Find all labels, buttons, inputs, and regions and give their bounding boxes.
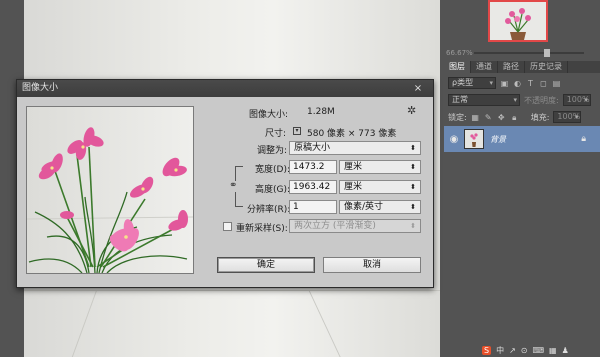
constrain-proportions-link-icon[interactable]: ⚭ — [229, 180, 237, 191]
resample-checkbox[interactable] — [223, 222, 232, 231]
navigator-thumbnail[interactable] — [488, 0, 548, 42]
settings-gear-icon[interactable]: ✲ — [407, 104, 416, 117]
height-unit-select[interactable]: 厘米 ⬍ — [339, 180, 421, 194]
arrow-icon[interactable]: ↗ — [509, 346, 516, 355]
width-unit-select[interactable]: 厘米 ⬍ — [339, 160, 421, 174]
layer-thumbnail — [464, 129, 484, 149]
zoom-slider[interactable] — [474, 49, 584, 57]
opacity-input[interactable]: 100% — [562, 94, 591, 106]
width-input[interactable]: 1473.2 — [289, 160, 337, 174]
resample-label[interactable]: 重新采样(S): — [236, 221, 288, 234]
chevron-updown-icon: ⬍ — [410, 222, 416, 230]
type-filter-icon[interactable]: T — [526, 79, 535, 88]
sogou-input-icon[interactable]: S — [482, 346, 492, 355]
height-input[interactable]: 1963.42 — [289, 180, 337, 194]
dimensions-label: 尺寸: — [265, 129, 287, 139]
resolution-unit-select[interactable]: 像素/英寸 ⬍ — [339, 200, 421, 214]
image-size-dialog: 图像大小 × 图像大小: 1.28M ✲ 尺寸: ▾ 580 像素 × 773 … — [16, 79, 434, 288]
image-preview[interactable] — [26, 106, 194, 274]
height-unit-value: 厘米 — [344, 182, 363, 192]
fit-to-label: 调整为: — [257, 146, 288, 156]
skin-icon[interactable]: ♟ — [562, 346, 569, 355]
chevron-updown-icon: ⬍ — [410, 203, 416, 211]
resample-method-select[interactable]: 两次立方 (平滑渐变) ⬍ — [289, 219, 421, 233]
layers-panel: ρ类型 ▣ ◐ T ◻ ▤ 正常 不透明度: 100% 锁定: ▦ ✎ ✥ 🔒︎… — [444, 73, 600, 357]
layers-tab-bar: 图层 通道 路径 历史记录 — [444, 61, 600, 73]
chevron-updown-icon: ⬍ — [410, 163, 416, 171]
close-button[interactable]: × — [411, 80, 425, 97]
layer-lock-icon: 🔒︎ — [581, 134, 586, 144]
cancel-button[interactable]: 取消 — [323, 257, 421, 273]
dialog-title-bar[interactable]: 图像大小 × — [17, 80, 433, 97]
link-bracket-bottom — [235, 192, 243, 207]
blend-opacity-row: 正常 不透明度: 100% — [448, 93, 596, 107]
resample-method-value: 两次立方 (平滑渐变) — [294, 221, 376, 231]
fit-to-select[interactable]: 原稿大小 ⬍ — [289, 141, 421, 155]
toolbox-icon[interactable]: ▦ — [549, 346, 557, 355]
height-label: 高度(G): — [255, 185, 291, 195]
adjustment-filter-icon[interactable]: ◐ — [513, 79, 522, 88]
lock-position-icon[interactable]: ✥ — [497, 113, 506, 122]
resolution-label: 分辨率(R): — [247, 205, 291, 215]
image-filter-icon[interactable]: ▣ — [500, 79, 509, 88]
layer-filter-row: ρ类型 ▣ ◐ T ◻ ▤ — [448, 76, 596, 90]
emoji-icon[interactable]: ⊙ — [521, 346, 528, 355]
fit-to-value: 原稿大小 — [294, 143, 331, 153]
resolution-input[interactable]: 1 — [289, 200, 337, 214]
shape-filter-icon[interactable]: ◻ — [539, 79, 548, 88]
visibility-eye-icon[interactable]: ◉ — [444, 134, 464, 145]
opacity-label: 不透明度: — [524, 95, 559, 105]
chevron-updown-icon: ⬍ — [410, 144, 416, 152]
layer-kind-filter[interactable]: ρ类型 — [448, 77, 496, 89]
flower-thumbnail-icon — [490, 2, 546, 40]
system-tray: S 中 ↗ ⊙ ⌨ ▦ ♟ — [478, 344, 600, 357]
tile-line — [24, 290, 440, 291]
lock-paint-icon[interactable]: ✎ — [484, 113, 493, 122]
language-indicator[interactable]: 中 — [496, 345, 504, 356]
tab-paths[interactable]: 路径 — [498, 61, 525, 73]
tile-line — [71, 290, 98, 357]
image-size-label: 图像大小: — [249, 110, 289, 120]
tab-channels[interactable]: 通道 — [471, 61, 498, 73]
resolution-unit-value: 像素/英寸 — [344, 202, 384, 212]
image-size-value: 1.28M — [307, 107, 335, 117]
link-bracket-top — [235, 166, 243, 181]
lock-all-icon[interactable]: 🔒︎ — [510, 113, 519, 122]
fill-label: 填充: — [530, 112, 550, 122]
dimensions-unit-dropdown-icon[interactable]: ▾ — [293, 127, 301, 135]
navigator-panel — [444, 0, 600, 48]
keyboard-icon[interactable]: ⌨ — [532, 346, 544, 355]
lock-label: 锁定: — [448, 112, 467, 122]
fill-input[interactable]: 100% — [553, 111, 582, 123]
lock-fill-row: 锁定: ▦ ✎ ✥ 🔒︎ 填充: 100% — [448, 110, 596, 124]
tab-layers[interactable]: 图层 — [444, 61, 471, 73]
width-unit-value: 厘米 — [344, 162, 363, 172]
dialog-title: 图像大小 — [22, 83, 59, 93]
width-label: 宽度(D): — [255, 165, 290, 175]
lock-transparent-icon[interactable]: ▦ — [471, 113, 480, 122]
layer-name[interactable]: 背景 — [490, 134, 506, 145]
tile-line — [308, 290, 341, 357]
navigator-zoom-value: 66.67% — [446, 49, 473, 57]
zoom-slider-handle[interactable] — [544, 49, 550, 57]
tab-history[interactable]: 历史记录 — [525, 61, 568, 73]
layer-thumbnail-icon — [465, 130, 483, 148]
right-panel: 66.67% 图层 通道 路径 历史记录 ρ类型 ▣ ◐ T ◻ ▤ 正常 不透… — [444, 0, 600, 357]
smart-object-filter-icon[interactable]: ▤ — [552, 79, 561, 88]
ok-button[interactable]: 确定 — [217, 257, 315, 273]
dimensions-value: 580 像素 × 773 像素 — [307, 129, 397, 139]
blend-mode-select[interactable]: 正常 — [448, 94, 520, 106]
flower-preview-image — [27, 107, 193, 273]
layer-row-background[interactable]: ◉ 背景 🔒︎ — [444, 126, 600, 152]
chevron-updown-icon: ⬍ — [410, 183, 416, 191]
